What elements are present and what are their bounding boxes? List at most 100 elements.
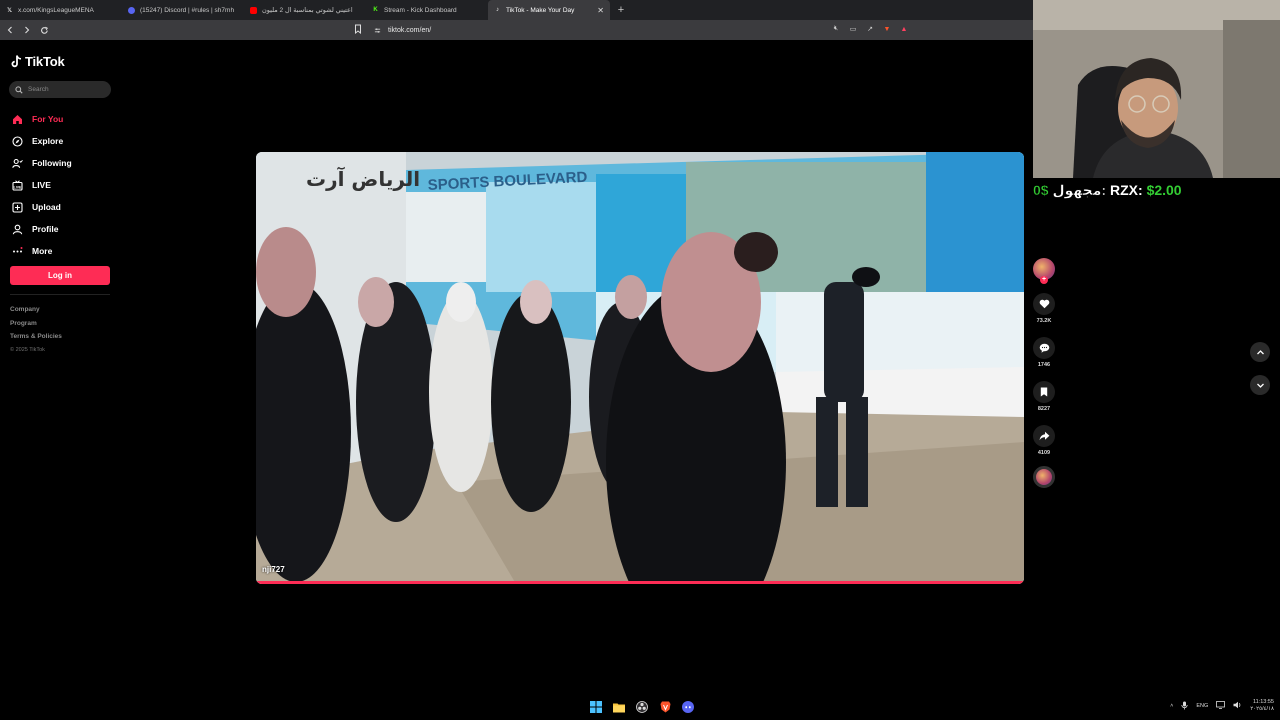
url-text: tiktok.com/en/ bbox=[388, 26, 432, 34]
x-icon: 𝕏 bbox=[7, 7, 12, 14]
sign-arabic: الرياض آرت bbox=[306, 166, 420, 191]
screen-cast-icon[interactable]: ▭ bbox=[848, 24, 858, 34]
next-video-button[interactable] bbox=[1250, 375, 1270, 395]
sidebar-item-profile[interactable]: Profile bbox=[11, 218, 72, 240]
bookmark-icon[interactable] bbox=[354, 24, 362, 34]
video-username[interactable]: nji727 bbox=[262, 565, 285, 574]
sidebar-item-label: More bbox=[32, 246, 53, 256]
copyright-text: © 2025 TikTok bbox=[10, 346, 45, 353]
tiktok-sidebar: TikTok Search For You Explore Following … bbox=[0, 40, 130, 680]
volume-icon[interactable] bbox=[1233, 701, 1242, 711]
upload-icon bbox=[11, 201, 23, 213]
brave-rewards-icon[interactable]: ▲ bbox=[899, 24, 909, 34]
windows-start-icon[interactable] bbox=[589, 700, 603, 714]
like-count: 73.2K bbox=[1036, 318, 1052, 324]
sidebar-item-following[interactable]: Following bbox=[11, 152, 72, 174]
share-icon[interactable] bbox=[1033, 425, 1055, 447]
obs-icon[interactable] bbox=[635, 700, 649, 714]
file-explorer-icon[interactable] bbox=[612, 700, 626, 714]
windows-taskbar: ˄ ENG 11:13:55 ٢٠٢٥/٤/١٨ bbox=[0, 696, 1280, 720]
previous-video-button[interactable] bbox=[1250, 342, 1270, 362]
brave-browser-icon[interactable] bbox=[658, 700, 672, 714]
browser-tab-bar: 𝕏 x.com/KingsLeagueMENA (15247) Discord … bbox=[0, 0, 1033, 20]
donation-amount: 0$ bbox=[1033, 181, 1049, 198]
network-icon[interactable] bbox=[1216, 701, 1226, 711]
donation-entry-rzx: RZX: $2.00 bbox=[1110, 182, 1182, 198]
address-bar: tiktok.com/en/ 🔇︎ ▭ ↗ ▼ ▲ bbox=[0, 20, 1033, 40]
sidebar-footer: Company Program Terms & Policies © 2025 … bbox=[10, 306, 62, 353]
browser-tab-active[interactable]: ♪ TikTok - Make Your Day ✕ bbox=[488, 0, 610, 20]
heart-icon[interactable] bbox=[1033, 293, 1055, 315]
video-actions: + 73.2K 1746 8227 4109 bbox=[1031, 258, 1057, 488]
creator-avatar[interactable]: + bbox=[1033, 258, 1055, 284]
donor-name: RZX: bbox=[1110, 182, 1143, 198]
video-player[interactable]: SPORTS BOULEVARD الرياض آرت nji727 bbox=[256, 152, 1024, 584]
tiktok-logo-icon bbox=[11, 55, 22, 68]
comment-count: 1746 bbox=[1037, 362, 1051, 368]
sidebar-nav: For You Explore Following LIVE LIVE Uplo… bbox=[11, 108, 72, 262]
arrow-left-icon bbox=[7, 26, 12, 34]
language-indicator[interactable]: ENG bbox=[1196, 703, 1208, 709]
browser-tab[interactable]: اعتيني لشوتي بمناسبة ال 2 مليون bbox=[244, 0, 366, 20]
discord-taskbar-icon[interactable] bbox=[681, 700, 695, 714]
sidebar-item-label: For You bbox=[32, 114, 64, 124]
sidebar-item-label: Profile bbox=[32, 224, 59, 234]
sidebar-item-explore[interactable]: Explore bbox=[11, 130, 72, 152]
sidebar-item-live[interactable]: LIVE LIVE bbox=[11, 174, 72, 196]
sidebar-item-for-you[interactable]: For You bbox=[11, 108, 72, 130]
tab-title: TikTok - Make Your Day bbox=[506, 6, 575, 14]
microphone-icon[interactable] bbox=[1181, 701, 1188, 712]
search-icon bbox=[15, 85, 23, 94]
site-settings-icon[interactable] bbox=[374, 27, 381, 34]
bookmark-icon[interactable] bbox=[1033, 381, 1055, 403]
search-placeholder: Search bbox=[28, 86, 49, 93]
clock[interactable]: 11:13:55 ٢٠٢٥/٤/١٨ bbox=[1250, 699, 1274, 713]
home-icon bbox=[11, 113, 23, 125]
chevron-up-icon[interactable]: ˄ bbox=[1170, 703, 1173, 709]
sidebar-divider bbox=[10, 294, 110, 295]
follow-button[interactable]: + bbox=[1040, 276, 1048, 284]
share-count: 4109 bbox=[1037, 450, 1051, 456]
tab-title: (15247) Discord | #rules | sh7mh bbox=[140, 6, 235, 14]
profile-icon bbox=[11, 223, 23, 235]
brave-shield-icon[interactable]: ▼ bbox=[882, 24, 892, 34]
sidebar-item-label: Explore bbox=[32, 136, 64, 146]
streamer-camera-feed bbox=[1033, 0, 1280, 178]
clock-time: 11:13:55 bbox=[1252, 699, 1274, 705]
sidebar-item-more[interactable]: More bbox=[11, 240, 72, 262]
video-progress-bar[interactable] bbox=[256, 581, 1024, 584]
music-disc-icon[interactable] bbox=[1033, 466, 1055, 488]
logo-text: TikTok bbox=[25, 54, 65, 69]
browser-tab[interactable]: K Stream - Kick Dashboard bbox=[366, 0, 488, 20]
sidebar-item-label: Upload bbox=[32, 202, 61, 212]
chevron-down-icon bbox=[1256, 383, 1264, 388]
forward-button[interactable] bbox=[20, 23, 34, 37]
browser-tab[interactable]: (15247) Discord | #rules | sh7mh bbox=[122, 0, 244, 20]
mute-icon[interactable]: 🔇︎ bbox=[831, 24, 841, 34]
search-input[interactable]: Search bbox=[9, 81, 111, 98]
new-tab-button[interactable]: + bbox=[614, 4, 628, 16]
tiktok-logo[interactable]: TikTok bbox=[11, 54, 65, 69]
like-action[interactable]: 73.2K bbox=[1033, 293, 1055, 324]
compass-icon bbox=[11, 135, 23, 147]
tab-title: x.com/KingsLeagueMENA bbox=[18, 6, 94, 14]
close-tab-icon[interactable]: ✕ bbox=[597, 6, 604, 15]
footer-link-program[interactable]: Program bbox=[10, 320, 62, 334]
live-icon: LIVE bbox=[11, 179, 23, 191]
browser-tab[interactable]: 𝕏 x.com/KingsLeagueMENA bbox=[0, 0, 122, 20]
reload-button[interactable] bbox=[37, 23, 51, 37]
sidebar-item-upload[interactable]: Upload bbox=[11, 196, 72, 218]
footer-link-terms[interactable]: Terms & Policies bbox=[10, 333, 62, 347]
share-icon[interactable]: ↗ bbox=[865, 24, 875, 34]
footer-link-company[interactable]: Company bbox=[10, 306, 62, 320]
taskbar-apps bbox=[589, 700, 695, 714]
login-button[interactable]: Log in bbox=[10, 266, 110, 285]
back-button[interactable] bbox=[3, 23, 17, 37]
share-action[interactable]: 4109 bbox=[1033, 425, 1055, 456]
comment-icon[interactable] bbox=[1033, 337, 1055, 359]
save-action[interactable]: 8227 bbox=[1033, 381, 1055, 412]
browser-extensions: 🔇︎ ▭ ↗ ▼ ▲ bbox=[831, 24, 909, 34]
comment-action[interactable]: 1746 bbox=[1033, 337, 1055, 368]
donation-amount: $2.00 bbox=[1146, 182, 1182, 198]
more-icon bbox=[11, 245, 23, 257]
